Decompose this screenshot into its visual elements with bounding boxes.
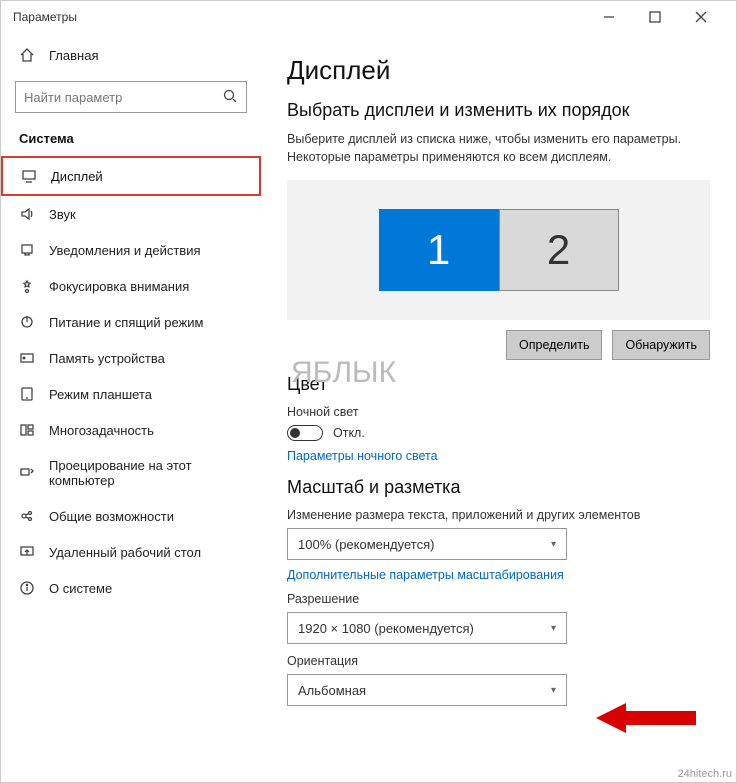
sidebar-item-label: Память устройства xyxy=(49,351,165,366)
scale-dropdown[interactable]: 100% (рекомендуется) ▾ xyxy=(287,528,567,560)
sidebar-section-title: Система xyxy=(1,125,261,156)
night-light-label: Ночной свет xyxy=(287,405,710,419)
sidebar-item-label: Проецирование на этот компьютер xyxy=(49,458,243,488)
sidebar-item-power[interactable]: Питание и спящий режим xyxy=(1,304,261,340)
detect-button[interactable]: Обнаружить xyxy=(612,330,710,360)
color-heading: Цвет xyxy=(287,374,710,395)
sidebar-item-shared-experiences[interactable]: Общие возможности xyxy=(1,498,261,534)
sidebar-item-multitasking[interactable]: Многозадачность xyxy=(1,412,261,448)
shared-experiences-icon xyxy=(19,508,35,524)
minimize-icon xyxy=(601,9,617,25)
arrange-heading: Выбрать дисплеи и изменить их порядок xyxy=(287,100,710,121)
page-title: Дисплей xyxy=(287,55,710,86)
settings-window: Параметры Главная Найти параметр xyxy=(0,0,737,783)
close-icon xyxy=(693,9,709,25)
about-icon xyxy=(19,580,35,596)
watermark-corner: 24hitech.ru xyxy=(678,768,732,780)
search-input[interactable]: Найти параметр xyxy=(15,81,247,113)
home-label: Главная xyxy=(49,48,98,63)
sidebar: Главная Найти параметр Система Дисплей Зв… xyxy=(1,33,261,782)
close-button[interactable] xyxy=(678,1,724,33)
chevron-down-icon: ▾ xyxy=(551,539,556,550)
home-nav[interactable]: Главная xyxy=(1,37,261,73)
content-pane: Дисплей Выбрать дисплеи и изменить их по… xyxy=(261,33,736,782)
minimize-button[interactable] xyxy=(586,1,632,33)
sidebar-item-remote-desktop[interactable]: Удаленный рабочий стол xyxy=(1,534,261,570)
home-icon xyxy=(19,47,35,63)
sidebar-item-label: Многозадачность xyxy=(49,423,154,438)
search-placeholder: Найти параметр xyxy=(24,90,122,105)
orientation-value: Альбомная xyxy=(298,683,366,698)
tablet-icon xyxy=(19,386,35,402)
storage-icon xyxy=(19,350,35,366)
sidebar-item-storage[interactable]: Память устройства xyxy=(1,340,261,376)
sidebar-item-label: Удаленный рабочий стол xyxy=(49,545,201,560)
monitor-2[interactable]: 2 xyxy=(499,209,619,291)
sidebar-item-focus-assist[interactable]: Фокусировка внимания xyxy=(1,268,261,304)
resolution-label: Разрешение xyxy=(287,592,710,606)
sidebar-item-label: Фокусировка внимания xyxy=(49,279,189,294)
window-title: Параметры xyxy=(13,10,77,24)
notifications-icon xyxy=(19,242,35,258)
orientation-dropdown[interactable]: Альбомная ▾ xyxy=(287,674,567,706)
sidebar-item-notifications[interactable]: Уведомления и действия xyxy=(1,232,261,268)
sidebar-item-display[interactable]: Дисплей xyxy=(1,156,261,196)
toggle-knob xyxy=(290,428,300,438)
sidebar-item-label: О системе xyxy=(49,581,112,596)
resolution-dropdown[interactable]: 1920 × 1080 (рекомендуется) ▾ xyxy=(287,612,567,644)
titlebar: Параметры xyxy=(1,1,736,33)
remote-desktop-icon xyxy=(19,544,35,560)
arrange-description: Выберите дисплей из списка ниже, чтобы и… xyxy=(287,131,710,166)
night-light-settings-link[interactable]: Параметры ночного света xyxy=(287,449,710,463)
sidebar-item-label: Уведомления и действия xyxy=(49,243,201,258)
night-light-state: Откл. xyxy=(333,426,365,440)
maximize-icon xyxy=(647,9,663,25)
orientation-label: Ориентация xyxy=(287,654,710,668)
chevron-down-icon: ▾ xyxy=(551,623,556,634)
focus-assist-icon xyxy=(19,278,35,294)
sidebar-item-about[interactable]: О системе xyxy=(1,570,261,606)
advanced-scaling-link[interactable]: Дополнительные параметры масштабирования xyxy=(287,568,710,582)
power-icon xyxy=(19,314,35,330)
annotation-arrow xyxy=(596,698,696,738)
identify-button[interactable]: Определить xyxy=(506,330,602,360)
sidebar-item-label: Режим планшета xyxy=(49,387,152,402)
night-light-toggle[interactable] xyxy=(287,425,323,441)
sidebar-item-label: Дисплей xyxy=(51,169,103,184)
sidebar-item-label: Общие возможности xyxy=(49,509,174,524)
sidebar-item-sound[interactable]: Звук xyxy=(1,196,261,232)
search-icon xyxy=(222,88,238,107)
resolution-value: 1920 × 1080 (рекомендуется) xyxy=(298,621,474,636)
monitor-1[interactable]: 1 xyxy=(379,209,499,291)
chevron-down-icon: ▾ xyxy=(551,685,556,696)
scale-heading: Масштаб и разметка xyxy=(287,477,710,498)
display-icon xyxy=(21,168,37,184)
sidebar-item-tablet[interactable]: Режим планшета xyxy=(1,376,261,412)
maximize-button[interactable] xyxy=(632,1,678,33)
sidebar-item-projecting[interactable]: Проецирование на этот компьютер xyxy=(1,448,261,498)
sidebar-item-label: Звук xyxy=(49,207,76,222)
sidebar-item-label: Питание и спящий режим xyxy=(49,315,203,330)
projecting-icon xyxy=(19,465,35,481)
scale-value: 100% (рекомендуется) xyxy=(298,537,434,552)
scale-label: Изменение размера текста, приложений и д… xyxy=(287,508,710,522)
sound-icon xyxy=(19,206,35,222)
multitasking-icon xyxy=(19,422,35,438)
display-arrangement[interactable]: 1 2 xyxy=(287,180,710,320)
